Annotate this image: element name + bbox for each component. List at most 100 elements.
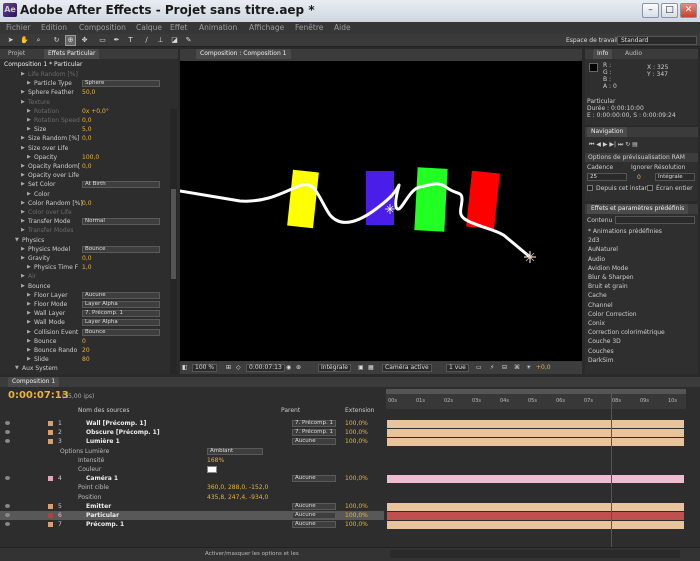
- selection-tool-icon[interactable]: ➤: [6, 36, 15, 45]
- camera-view-select[interactable]: Caméra active: [382, 364, 432, 372]
- expand-triangle-icon[interactable]: ▶: [27, 107, 31, 116]
- current-time-indicator[interactable]: [611, 389, 612, 549]
- visibility-eye-icon[interactable]: [5, 439, 10, 444]
- effect-param-value[interactable]: 0,0: [82, 199, 92, 208]
- expand-triangle-icon[interactable]: ▶: [21, 199, 25, 208]
- zoom-slider[interactable]: [390, 550, 680, 558]
- expand-triangle-icon[interactable]: ▶: [27, 153, 31, 162]
- effect-param-row[interactable]: ▶ Opacity Random[0,0: [0, 162, 178, 171]
- menu-animation[interactable]: Animation: [199, 23, 237, 32]
- col-extension[interactable]: Extension: [345, 407, 374, 414]
- layer-duration-bar[interactable]: [387, 475, 684, 484]
- effect-param-select[interactable]: At Birth: [82, 181, 160, 189]
- grid-icon[interactable]: ⊞: [226, 364, 231, 372]
- effect-param-row[interactable]: ▶ Sphere Feather 50,0: [0, 88, 178, 97]
- maximize-button[interactable]: □: [661, 3, 678, 18]
- tab-navigation[interactable]: Navigation: [587, 127, 628, 137]
- effect-param-select[interactable]: Bounce: [82, 328, 160, 336]
- menu-view[interactable]: Affichage: [249, 23, 284, 32]
- expand-triangle-icon[interactable]: ▶: [21, 162, 25, 171]
- layer-property-row[interactable]: Couleur: [0, 465, 384, 474]
- layer-property-row[interactable]: Position 435,8, 247,4, -934,0: [0, 493, 384, 502]
- property-value[interactable]: 168%: [207, 456, 224, 465]
- clone-stamp-tool-icon[interactable]: ⊥: [156, 36, 165, 45]
- effect-param-row[interactable]: ▶ Bounce: [0, 282, 178, 291]
- layer-duration-bar[interactable]: [387, 420, 684, 428]
- effect-param-select[interactable]: Normal: [82, 218, 160, 226]
- effect-param-value[interactable]: 80: [82, 355, 90, 364]
- layer-label-color[interactable]: [48, 439, 53, 445]
- visibility-eye-icon[interactable]: [5, 503, 10, 508]
- expand-triangle-icon[interactable]: ▶: [21, 171, 25, 180]
- layer-property-row[interactable]: Options Lumière Ambiant: [0, 447, 384, 456]
- pixel-aspect-icon[interactable]: ▭: [476, 364, 482, 372]
- effects-search-input[interactable]: [615, 216, 695, 224]
- layer-name[interactable]: Emitter: [86, 502, 111, 511]
- expand-triangle-icon[interactable]: ▶: [21, 272, 25, 281]
- view-layout-select[interactable]: 1 vue: [446, 364, 469, 372]
- effect-param-value[interactable]: 100,0: [82, 153, 99, 162]
- effect-param-value[interactable]: 1,0: [82, 263, 92, 272]
- time-ruler[interactable]: 00s 01s 02s 03s 04s 05s 06s 07s 08s 09s 10s: [386, 389, 686, 409]
- effects-category[interactable]: Couche 3D: [588, 338, 621, 345]
- property-group-name[interactable]: Options Lumière: [60, 447, 109, 456]
- fullscreen-checkbox[interactable]: [647, 185, 653, 191]
- layer-label-color[interactable]: [48, 430, 53, 436]
- expand-triangle-icon[interactable]: ▶: [21, 98, 25, 107]
- resolution-preview-select[interactable]: Intégrale: [655, 173, 695, 181]
- eraser-tool-icon[interactable]: ◪: [170, 36, 179, 45]
- effect-param-row[interactable]: ▶ Floor Mode Layer Alpha: [0, 300, 178, 309]
- effects-category[interactable]: Conix: [588, 320, 605, 327]
- effect-param-row[interactable]: ▶ Opacity over Life: [0, 171, 178, 180]
- expand-triangle-icon[interactable]: ▶: [21, 70, 25, 79]
- effect-param-row[interactable]: ▼ Aux System: [0, 364, 178, 373]
- text-tool-icon[interactable]: T: [126, 36, 135, 45]
- layer-parent-select[interactable]: Aucune: [292, 521, 336, 529]
- effect-param-value[interactable]: 5,0: [82, 125, 92, 134]
- exposure-icon[interactable]: ☀: [526, 364, 531, 372]
- brush-tool-icon[interactable]: ∕: [142, 36, 151, 45]
- expand-triangle-icon[interactable]: ▶: [27, 125, 31, 134]
- workspace-select[interactable]: Standard: [617, 36, 697, 45]
- layer-duration-bar[interactable]: [387, 521, 684, 530]
- light-type-select[interactable]: Ambiant: [207, 447, 263, 455]
- effect-param-row[interactable]: ▶ Gravity 0,0: [0, 254, 178, 263]
- effect-param-row[interactable]: ▶ Rotation 0x +0,0°: [0, 107, 178, 116]
- effect-param-row[interactable]: ▶ Color Random [%] 0,0: [0, 199, 178, 208]
- effect-param-row[interactable]: ▶ Wall Layer 7. Précomp. 1: [0, 309, 178, 318]
- menu-layer[interactable]: Calque: [136, 23, 162, 32]
- expand-triangle-icon[interactable]: ▶: [21, 134, 25, 143]
- expand-triangle-icon[interactable]: ▶: [21, 88, 25, 97]
- from-current-checkbox[interactable]: [587, 185, 593, 191]
- layer-row[interactable]: 3 Lumière 1 Aucune 100,0%: [0, 437, 384, 446]
- effects-category[interactable]: DarkSim: [588, 357, 614, 364]
- expand-triangle-icon[interactable]: ▶: [27, 190, 31, 199]
- expand-triangle-icon[interactable]: ▶: [27, 116, 31, 125]
- tab-info[interactable]: Info: [593, 49, 613, 59]
- effect-param-select[interactable]: 7. Précomp. 1: [82, 310, 160, 318]
- menu-edit[interactable]: Edition: [41, 23, 67, 32]
- col-source-name[interactable]: Nom des sources: [78, 407, 130, 414]
- effect-param-value[interactable]: 0x +0,0°: [82, 107, 109, 116]
- layer-parent-select[interactable]: Aucune: [292, 438, 336, 446]
- effect-param-row[interactable]: ▶ Transfer Modes: [0, 226, 178, 235]
- visibility-eye-icon[interactable]: [5, 513, 10, 517]
- effects-category[interactable]: Channel: [588, 302, 613, 309]
- layer-row[interactable]: 1 Wall [Précomp. 1] 7. Précomp. 1 100,0%: [0, 419, 384, 428]
- effects-category[interactable]: Correction colorimétrique: [588, 329, 665, 336]
- minimize-button[interactable]: –: [642, 3, 659, 18]
- effects-category[interactable]: 2d3: [588, 237, 599, 244]
- layer-row[interactable]: 5 Emitter Aucune 100,0%: [0, 502, 384, 511]
- layer-name[interactable]: Particular: [86, 511, 119, 520]
- rectangle-mask-tool-icon[interactable]: ▭: [98, 36, 107, 45]
- layer-parent-select[interactable]: 7. Précomp. 1: [292, 429, 336, 437]
- resolution-select[interactable]: Intégrale: [318, 364, 351, 372]
- effect-param-row[interactable]: ▶ Bounce 0: [0, 337, 178, 346]
- expand-triangle-icon[interactable]: ▶: [21, 226, 25, 235]
- close-button[interactable]: ✕: [680, 3, 697, 18]
- layer-label-color[interactable]: [48, 421, 53, 426]
- effect-param-row[interactable]: ▶ Transfer Mode Normal: [0, 217, 178, 226]
- layer-row[interactable]: 4 Caméra 1 Aucune 100,0%: [0, 474, 384, 483]
- toggle-switches-hint[interactable]: Activer/masquer les options et les: [205, 551, 299, 557]
- expand-triangle-icon[interactable]: ▶: [27, 337, 31, 346]
